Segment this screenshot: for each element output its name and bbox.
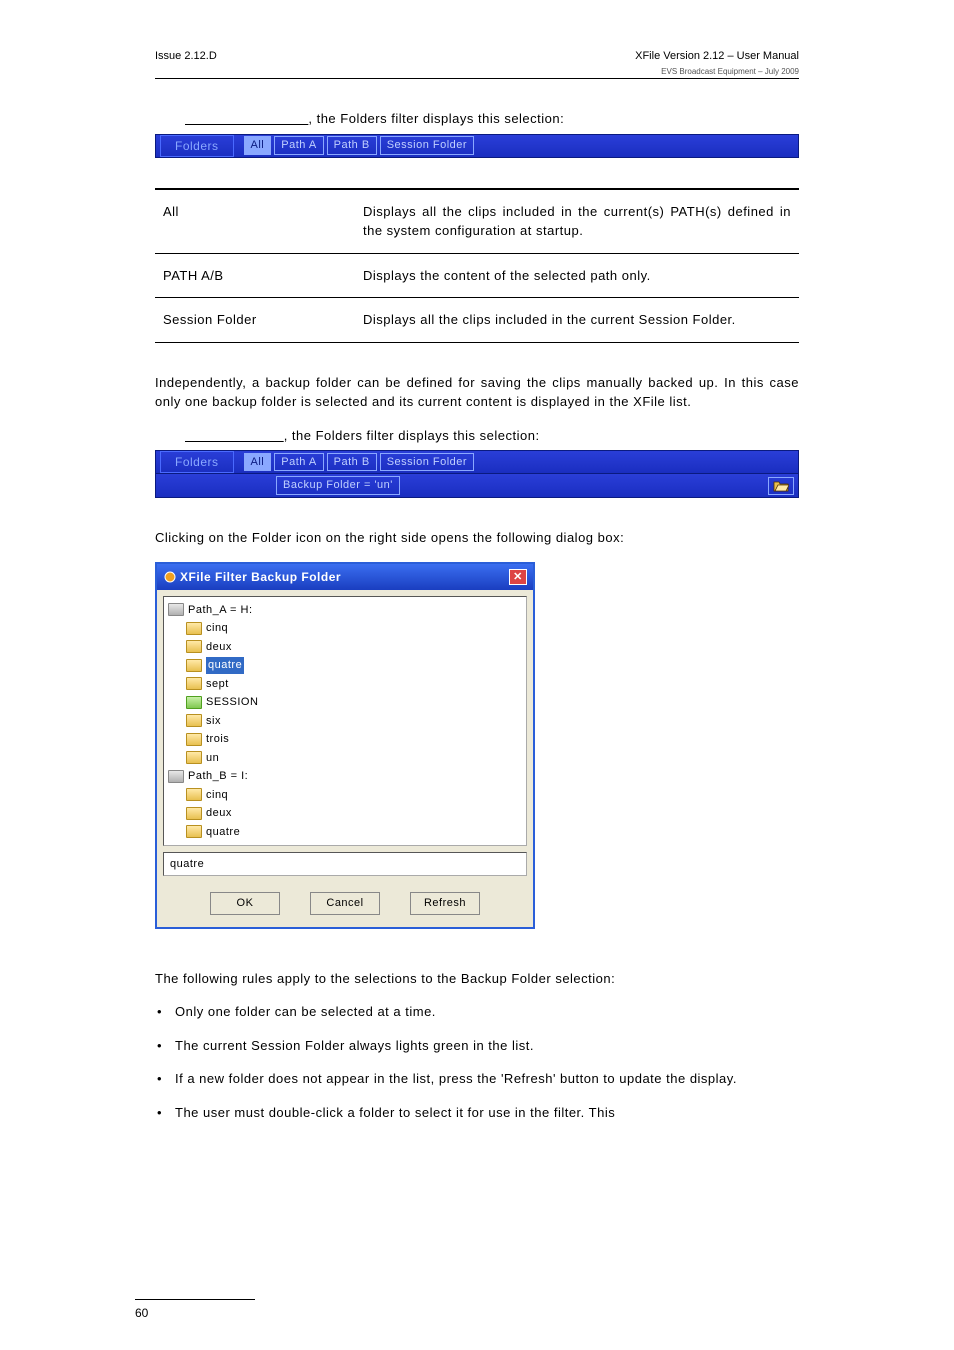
tree-item[interactable]: six (168, 712, 522, 731)
page-number: 60 (135, 1306, 148, 1320)
tree-item[interactable]: sept (168, 675, 522, 694)
intro-line-1: , the Folders filter displays this selec… (185, 109, 799, 129)
tree-item[interactable]: deux (168, 804, 522, 823)
drive-icon (168, 603, 184, 616)
refresh-button[interactable]: Refresh (410, 892, 480, 915)
backup-folder-dialog: XFile Filter Backup Folder ✕ Path_A = H:… (155, 562, 535, 929)
dialog-title-text: XFile Filter Backup Folder (163, 568, 341, 586)
desc-cell: Displays the content of the selected pat… (355, 253, 799, 298)
list-item: Only one folder can be selected at a tim… (155, 1002, 799, 1022)
manual-title: XFile Version 2.12 – User Manual (635, 50, 799, 62)
definitions-table: AllDisplays all the clips included in th… (155, 188, 799, 343)
tree-item-label: cinq (206, 787, 228, 804)
drive-icon (168, 770, 184, 783)
rules-intro: The following rules apply to the selecti… (155, 969, 799, 989)
intro-line-2: , the Folders filter displays this selec… (185, 426, 799, 446)
tree-item-label: Path_B = I: (188, 768, 248, 785)
folders-label-2: Folders (160, 451, 234, 473)
table-row: Session FolderDisplays all the clips inc… (155, 298, 799, 343)
tree-item-label: cinq (206, 620, 228, 637)
cancel-button[interactable]: Cancel (310, 892, 380, 915)
ok-button[interactable]: OK (210, 892, 280, 915)
list-item: The current Session Folder always lights… (155, 1036, 799, 1056)
backup-folder-chip[interactable]: Backup Folder = 'un' (276, 476, 400, 495)
tree-item-label: Path_A = H: (188, 602, 253, 619)
term-cell: Session Folder (155, 298, 355, 343)
open-folder-button[interactable] (768, 477, 794, 495)
folder-chip-path-b-2[interactable]: Path B (327, 453, 377, 472)
folder-chip-session[interactable]: Session Folder (380, 136, 474, 155)
folder-chip-all-2[interactable]: All (244, 453, 272, 472)
folder-icon (186, 714, 202, 727)
folder-chip-session-2[interactable]: Session Folder (380, 453, 474, 472)
term-cell: PATH A/B (155, 253, 355, 298)
folder-icon (186, 696, 202, 709)
folder-icon (186, 659, 202, 672)
list-item: If a new folder does not appear in the l… (155, 1069, 799, 1089)
app-icon (163, 570, 177, 584)
folder-icon (186, 733, 202, 746)
term-cell: All (155, 189, 355, 254)
tree-item[interactable]: cinq (168, 786, 522, 805)
folder-icon (186, 640, 202, 653)
folders-filter-bar-2: Folders All Path A Path B Session Folder (155, 450, 799, 474)
list-item: The user must double-click a folder to s… (155, 1103, 799, 1123)
folders-filter-bar: Folders All Path A Path B Session Folder (155, 134, 799, 158)
rules-list: Only one folder can be selected at a tim… (155, 1002, 799, 1122)
tree-item-label: deux (206, 639, 232, 656)
folder-chip-all[interactable]: All (244, 136, 272, 155)
tree-item-label: SESSION (206, 694, 258, 711)
tree-item[interactable]: Path_B = I: (168, 767, 522, 786)
folder-icon (186, 622, 202, 635)
footer-rule (135, 1299, 255, 1300)
folder-icon (186, 751, 202, 764)
folder-icon (186, 825, 202, 838)
tree-item[interactable]: SESSION (168, 693, 522, 712)
folder-chip-path-b[interactable]: Path B (327, 136, 377, 155)
close-button[interactable]: ✕ (509, 569, 527, 585)
tree-item-label: quatre (206, 824, 240, 841)
tree-item[interactable]: cinq (168, 619, 522, 638)
folder-icon (186, 677, 202, 690)
header-sub: EVS Broadcast Equipment – July 2009 (155, 67, 799, 76)
backup-folder-row: Backup Folder = 'un' (155, 474, 799, 498)
folder-icon (186, 807, 202, 820)
issue-label: Issue 2.12.D (155, 50, 217, 62)
folder-chip-path-a-2[interactable]: Path A (274, 453, 323, 472)
table-row: PATH A/BDisplays the content of the sele… (155, 253, 799, 298)
desc-cell: Displays all the clips included in the c… (355, 298, 799, 343)
click-folder-paragraph: Clicking on the Folder icon on the right… (155, 528, 799, 548)
folder-icon (186, 788, 202, 801)
tree-item[interactable]: quatre (168, 656, 522, 675)
tree-item[interactable]: deux (168, 638, 522, 657)
tree-item-label: sept (206, 676, 229, 693)
backup-paragraph: Independently, a backup folder can be de… (155, 373, 799, 412)
tree-item-label: un (206, 750, 219, 767)
tree-item[interactable]: Path_A = H: (168, 601, 522, 620)
folder-icon (773, 480, 789, 492)
folder-tree[interactable]: Path_A = H:cinqdeuxquatreseptSESSIONsixt… (163, 596, 527, 846)
folder-chip-path-a[interactable]: Path A (274, 136, 323, 155)
folders-label: Folders (160, 135, 234, 157)
tree-item[interactable]: trois (168, 730, 522, 749)
tree-item[interactable]: quatre (168, 823, 522, 842)
header-rule (155, 78, 799, 79)
tree-item[interactable]: un (168, 749, 522, 768)
tree-item-label: six (206, 713, 221, 730)
tree-item-label: trois (206, 731, 229, 748)
selected-folder-field[interactable]: quatre (163, 852, 527, 877)
tree-item-label: quatre (206, 657, 244, 674)
desc-cell: Displays all the clips included in the c… (355, 189, 799, 254)
tree-item-label: deux (206, 805, 232, 822)
table-row: AllDisplays all the clips included in th… (155, 189, 799, 254)
